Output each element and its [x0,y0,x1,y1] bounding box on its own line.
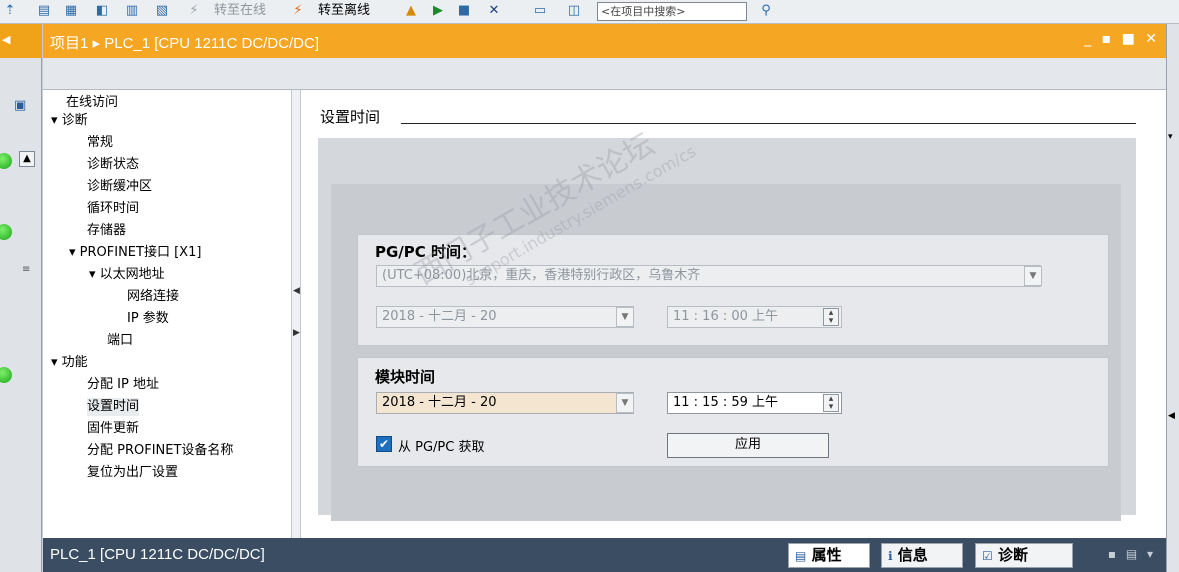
module-date-field[interactable]: 2018 - 十二月 - 20 [376,392,634,414]
nav-item-diagnostics[interactable]: ▾ 诊断 [51,112,88,130]
nav-item-cycle-time[interactable]: 循环时间 [87,200,139,218]
project-search-input[interactable]: <在项目中搜索> [597,2,747,21]
inspector-window-controls[interactable]: ▪ ▤ ▾ [1108,547,1156,561]
pgpc-time-field[interactable]: 11 : 16 : 00 上午 [667,306,842,328]
status-ok-icon [0,367,12,383]
hardware-icon[interactable]: ▤ [36,3,52,19]
nav-item-memory[interactable]: 存储器 [87,222,126,240]
collapse-icon[interactable]: ◀ [2,33,10,46]
nav-item-general[interactable]: 常规 [87,134,113,152]
get-from-pgpc-checkbox[interactable]: ✔ [376,436,392,452]
pgpc-date-field[interactable]: 2018 - 十二月 - 20 [376,306,634,328]
cross-reference-icon[interactable]: ✕ [486,3,502,19]
compile-icon[interactable]: ◧ [94,3,110,19]
start-cpu-icon[interactable]: ▶ [430,3,446,19]
accessible-devices-icon[interactable]: ▲ [403,3,419,19]
monitor-icon[interactable]: ▧ [154,3,170,19]
section-title: 设置时间 [320,108,381,126]
right-panel-strip: ▾ ◀ [1166,24,1179,572]
nav-item-factory-reset[interactable]: 复位为出厂设置 [87,464,178,482]
module-time-field[interactable]: 11 : 15 : 59 上午 [667,392,842,414]
tab-properties[interactable]: ▤ 属性 [788,543,870,568]
status-ok-icon [0,224,12,240]
tab-properties-label: 属性 [811,546,842,564]
stop-cpu-icon[interactable]: ■ [456,3,472,19]
nav-item-functions[interactable]: ▾ 功能 [51,354,88,372]
collapse-nav-icon[interactable]: ◀ [293,286,300,296]
nav-item-port[interactable]: 端口 [107,332,133,350]
left-panel-strip: ◀ ▣ ▲ ≡ [0,24,42,572]
nav-item-firmware-update[interactable]: 固件更新 [87,420,139,438]
timezone-select[interactable]: (UTC+08:00)北京，重庆，香港特别行政区，乌鲁木齐 [376,265,1041,287]
nav-item-ip-parameters[interactable]: IP 参数 [127,310,169,328]
expand-nav-icon[interactable]: ▶ [293,328,300,338]
collapse-right-icon[interactable]: ◀ [1168,411,1175,421]
editor-toolbar [43,58,1166,90]
pgpc-time-title: PG/PC 时间： [375,243,477,261]
split-vertical-icon[interactable]: ◫ [566,3,582,19]
tab-info-label: 信息 [897,546,928,564]
chevron-down-icon[interactable]: ▼ [1024,266,1042,286]
apply-button[interactable]: 应用 [667,433,829,458]
nav-item-network-connection[interactable]: 网络连接 [127,288,179,306]
nav-item-set-time[interactable]: 设置时间 [87,398,140,416]
split-horizontal-icon[interactable]: ▭ [532,3,548,19]
nav-item-assign-device-name[interactable]: 分配 PROFINET设备名称 [87,442,233,460]
nav-item-online-access[interactable]: 在线访问 [66,94,118,112]
go-offline-button[interactable]: 转至离线 [318,3,370,19]
editor-window: 项目1 ▸ PLC_1 [CPU 1211C DC/DC/DC] _ ▪ ■ ✕… [43,24,1166,572]
tab-diagnostics[interactable]: ☑ 诊断 [975,543,1073,568]
nav-item-assign-ip[interactable]: 分配 IP 地址 [87,376,159,394]
go-offline-icon[interactable]: ⚡ [290,3,306,19]
simulation-icon[interactable]: ▦ [63,3,79,19]
nav-item-diagnostic-buffer[interactable]: 诊断缓冲区 [87,178,152,196]
scroll-grip-icon[interactable]: ≡ [22,264,30,275]
inspector-title: PLC_1 [CPU 1211C DC/DC/DC] [50,546,265,563]
nav-splitter[interactable] [291,90,301,538]
upload-icon[interactable]: ⇡ [2,3,18,19]
time-spinner-icon[interactable]: ▴ ▾ [823,394,839,412]
properties-icon: ▤ [795,549,807,563]
tab-info[interactable]: ℹ 信息 [881,543,963,568]
main-toolbar: ⇡ ▤ ▦ ◧ ▥ ▧ ⚡ 转至在线 ⚡ 转至离线 ▲ ▶ ■ ✕ ▭ ◫ <在… [0,0,1179,24]
section-divider [401,123,1136,124]
calendar-dropdown-icon[interactable]: ▼ [616,393,634,413]
nav-tree: 在线访问 ▾ 诊断 常规 诊断状态 诊断缓冲区 循环时间 存储器 ▾ PROFI… [43,90,300,538]
set-time-panel: 设置时间 PG/PC 时间： (UTC+08:00)北京，重庆，香港特别行政区，… [301,90,1166,538]
chevron-down-icon[interactable]: ▾ [1168,132,1173,142]
status-ok-icon [0,153,12,169]
module-time-title: 模块时间 [375,368,436,386]
scroll-up-icon[interactable]: ▲ [19,151,35,167]
time-spinner-icon[interactable]: ▴ ▾ [823,308,839,326]
module-time-group: 模块时间 2018 - 十二月 - 20 ▼ 11 : 15 : 59 上午 ▴… [357,357,1109,467]
go-online-icon[interactable]: ⚡ [186,3,202,19]
nav-item-ethernet-address[interactable]: ▾ 以太网地址 [89,266,165,284]
get-from-pgpc-label: 从 PG/PC 获取 [398,440,485,455]
go-online-button[interactable]: 转至在线 [214,3,266,19]
device-view-icon[interactable]: ▣ [14,98,26,113]
search-icon[interactable]: ⚲ [758,3,774,19]
diagnostics-icon: ☑ [982,549,993,563]
nav-item-diagnostic-status[interactable]: 诊断状态 [87,156,139,174]
nav-item-profinet-interface[interactable]: ▾ PROFINET接口 [X1] [69,244,201,262]
inspector-bar: PLC_1 [CPU 1211C DC/DC/DC] ▤ 属性 ℹ 信息 ☑ 诊… [43,538,1166,572]
editor-title-bar: 项目1 ▸ PLC_1 [CPU 1211C DC/DC/DC] _ ▪ ■ ✕ [43,24,1166,58]
download-icon[interactable]: ▥ [124,3,140,19]
info-icon: ℹ [888,549,893,563]
editor-title: 项目1 ▸ PLC_1 [CPU 1211C DC/DC/DC] [50,35,319,52]
pgpc-time-group: PG/PC 时间： (UTC+08:00)北京，重庆，香港特别行政区，乌鲁木齐 … [357,234,1109,346]
tab-diagnostics-label: 诊断 [998,546,1029,564]
window-controls[interactable]: _ ▪ ■ ✕ [1084,31,1160,47]
calendar-dropdown-icon[interactable]: ▼ [616,307,634,327]
